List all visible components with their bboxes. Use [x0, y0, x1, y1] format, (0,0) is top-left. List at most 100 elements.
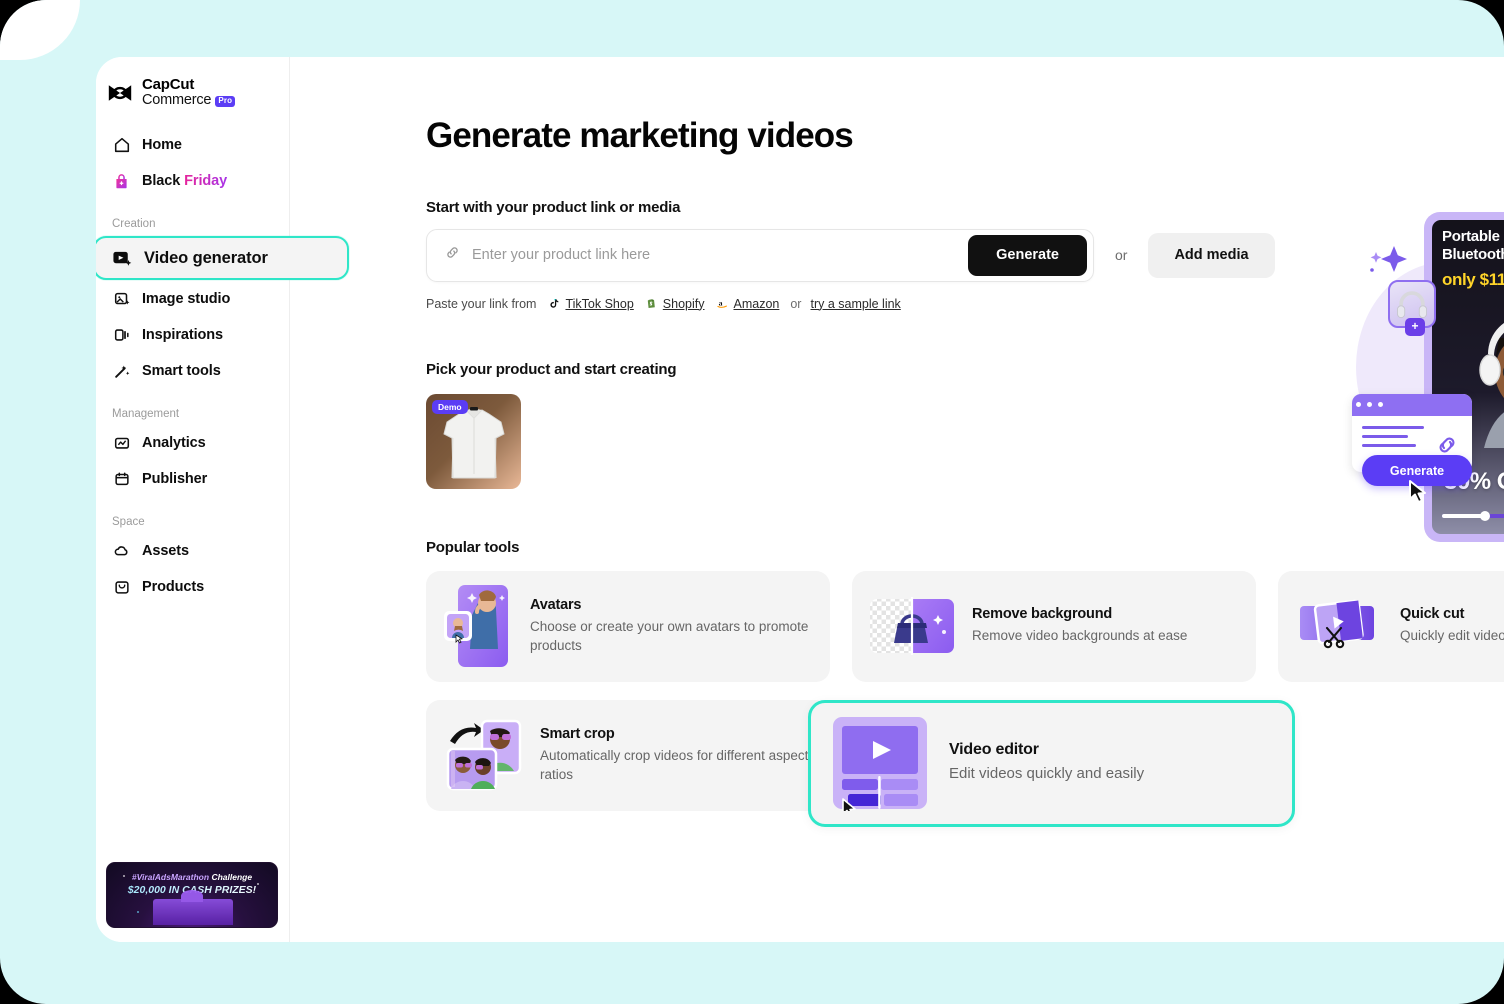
bf-label-pink: Friday: [184, 173, 228, 190]
sidebar-item-inspirations[interactable]: Inspirations: [96, 318, 281, 352]
sidebar-item-publisher[interactable]: Publisher: [96, 462, 281, 496]
or-separator-label: or: [1115, 247, 1128, 263]
capcut-logo-icon: [106, 82, 134, 104]
sidebar-item-label: Black Friday: [142, 173, 227, 189]
sidebar-item-label: Inspirations: [142, 327, 223, 344]
popular-tools-grid: Avatars Choose or create your own avatar…: [426, 570, 1504, 827]
quick-cut-thumb: [1294, 596, 1384, 656]
link-icon: [444, 244, 461, 266]
amazon-icon: a: [716, 297, 729, 310]
sidebar-item-products[interactable]: Products: [96, 570, 281, 604]
tool-title: Remove background: [972, 606, 1113, 623]
product-link-input[interactable]: [472, 247, 969, 263]
home-icon: [112, 136, 131, 155]
paste-source-tiktok[interactable]: TikTok Shop: [547, 297, 634, 311]
video-generator-icon: [111, 247, 133, 269]
start-section-label: Start with your product link or media: [426, 198, 681, 216]
avatars-thumb: [442, 583, 514, 669]
image-studio-icon: [112, 290, 131, 309]
sidebar: CapCut Commerce Pro Home Black Friday Cr…: [96, 57, 349, 942]
tool-card-remove-background[interactable]: Remove background Remove video backgroun…: [852, 570, 1256, 682]
page-title: Generate marketing videos: [426, 116, 854, 155]
gift-illustration: [153, 890, 233, 925]
sidebar-item-image-studio[interactable]: Image studio: [96, 282, 281, 316]
smart-crop-thumb: [442, 715, 524, 795]
logo-wordmark: CapCut Commerce Pro: [142, 76, 236, 108]
generate-popup-card: [1352, 394, 1472, 472]
tool-text: Avatars Choose or create your own avatar…: [530, 597, 814, 654]
sidebar-item-label: Publisher: [142, 471, 208, 488]
tool-title: Avatars: [530, 597, 582, 614]
cloud-icon: [112, 542, 131, 561]
shopify-icon: [645, 297, 658, 310]
sidebar-item-label: Products: [142, 579, 205, 596]
paste-source-label[interactable]: Shopify: [663, 297, 705, 311]
logo-line-1: CapCut: [142, 76, 195, 93]
sidebar-group-space: Space Assets Products: [96, 516, 289, 604]
svg-text:a: a: [718, 298, 722, 307]
banner-title-rest: Challenge: [209, 872, 253, 882]
paste-prefix-label: Paste your link from: [426, 296, 537, 311]
paste-source-shopify[interactable]: Shopify: [645, 297, 705, 311]
sidebar-group-management: Management Analytics Publisher: [96, 408, 289, 496]
tool-text: Smart crop Automatically crop videos for…: [540, 726, 814, 783]
try-sample-link[interactable]: try a sample link: [810, 297, 900, 311]
link-chain-icon: [1439, 437, 1455, 453]
sidebar-promo-banner[interactable]: #ViralAdsMarathon Challenge $20,000 IN C…: [106, 862, 278, 928]
main-content: Generate marketing videos Start with you…: [290, 57, 1504, 942]
remove-background-thumb: [868, 597, 956, 655]
analytics-icon: [112, 434, 131, 453]
tool-card-smart-crop[interactable]: Smart crop Automatically crop videos for…: [426, 699, 830, 811]
generate-button[interactable]: Generate: [968, 234, 1087, 276]
sidebar-item-label: Analytics: [142, 435, 206, 452]
paste-source-label[interactable]: TikTok Shop: [565, 297, 633, 311]
pick-product-label: Pick your product and start creating: [426, 360, 677, 378]
pro-badge: Pro: [215, 96, 236, 107]
paste-sources-row: Paste your link from TikTok Shop Shopify…: [426, 297, 1504, 311]
tool-text: Video editor Edit videos quickly and eas…: [949, 741, 1144, 784]
promo-cursor-icon: [1409, 480, 1426, 503]
sidebar-item-video-generator[interactable]: Video generator: [96, 236, 349, 281]
tool-card-video-editor[interactable]: Video editor Edit videos quickly and eas…: [808, 699, 1295, 827]
shopping-bag-icon: [112, 172, 131, 191]
decorative-corner-blob: [0, 0, 80, 60]
tool-text: Remove background Remove video backgroun…: [972, 606, 1187, 645]
tool-text: Quick cut Quickly edit videos by editing…: [1400, 606, 1504, 645]
tool-title: Smart crop: [540, 726, 615, 743]
tool-card-quick-cut[interactable]: Quick cut Quickly edit videos by editing…: [1278, 570, 1504, 682]
calendar-icon: [112, 470, 131, 489]
sidebar-item-black-friday[interactable]: Black Friday: [96, 164, 281, 198]
sidebar-item-smart-tools[interactable]: Smart tools: [96, 354, 281, 388]
banner-hashtag: #ViralAdsMarathon: [131, 872, 210, 882]
sidebar-item-analytics[interactable]: Analytics: [96, 426, 281, 460]
tool-card-avatars[interactable]: Avatars Choose or create your own avatar…: [426, 570, 830, 682]
popup-titlebar: [1352, 394, 1472, 416]
promo-person-image: [1479, 323, 1504, 448]
add-asset-icon: +: [1405, 318, 1425, 336]
paste-source-amazon[interactable]: a Amazon: [716, 297, 780, 311]
sidebar-item-label: Image studio: [142, 291, 231, 308]
sidebar-item-label: Video generator: [144, 248, 268, 267]
tiktok-icon: [547, 297, 560, 310]
bf-label-black: Black: [142, 173, 181, 190]
sidebar-item-label: Smart tools: [142, 363, 221, 380]
sidebar-item-assets[interactable]: Assets: [96, 534, 281, 568]
product-thumbnail-card[interactable]: Demo: [426, 393, 521, 489]
popup-text-lines: [1362, 426, 1424, 453]
sidebar-item-home[interactable]: Home: [96, 128, 281, 162]
sidebar-group-label: Space: [112, 516, 145, 529]
promo-discount: 30% O: [1444, 468, 1504, 495]
add-media-button[interactable]: Add media: [1148, 232, 1275, 278]
banner-title: #ViralAdsMarathon Challenge: [107, 872, 277, 882]
app-logo[interactable]: CapCut Commerce Pro: [96, 57, 289, 108]
page-root: CapCut Commerce Pro Home Black Friday Cr…: [0, 0, 1504, 1004]
tool-desc: Quickly edit videos by editing text: [1400, 628, 1504, 644]
app-window: CapCut Commerce Pro Home Black Friday Cr…: [96, 57, 1504, 942]
product-link-box[interactable]: Generate: [426, 228, 1094, 282]
promo-progress-bar: [1442, 511, 1504, 521]
paste-source-label[interactable]: Amazon: [734, 297, 780, 311]
inspirations-icon: [112, 326, 131, 345]
product-link-row: Generate or Add media: [426, 228, 1504, 282]
product-box-icon: [112, 578, 131, 597]
logo-line-2: Commerce Pro: [142, 92, 236, 108]
